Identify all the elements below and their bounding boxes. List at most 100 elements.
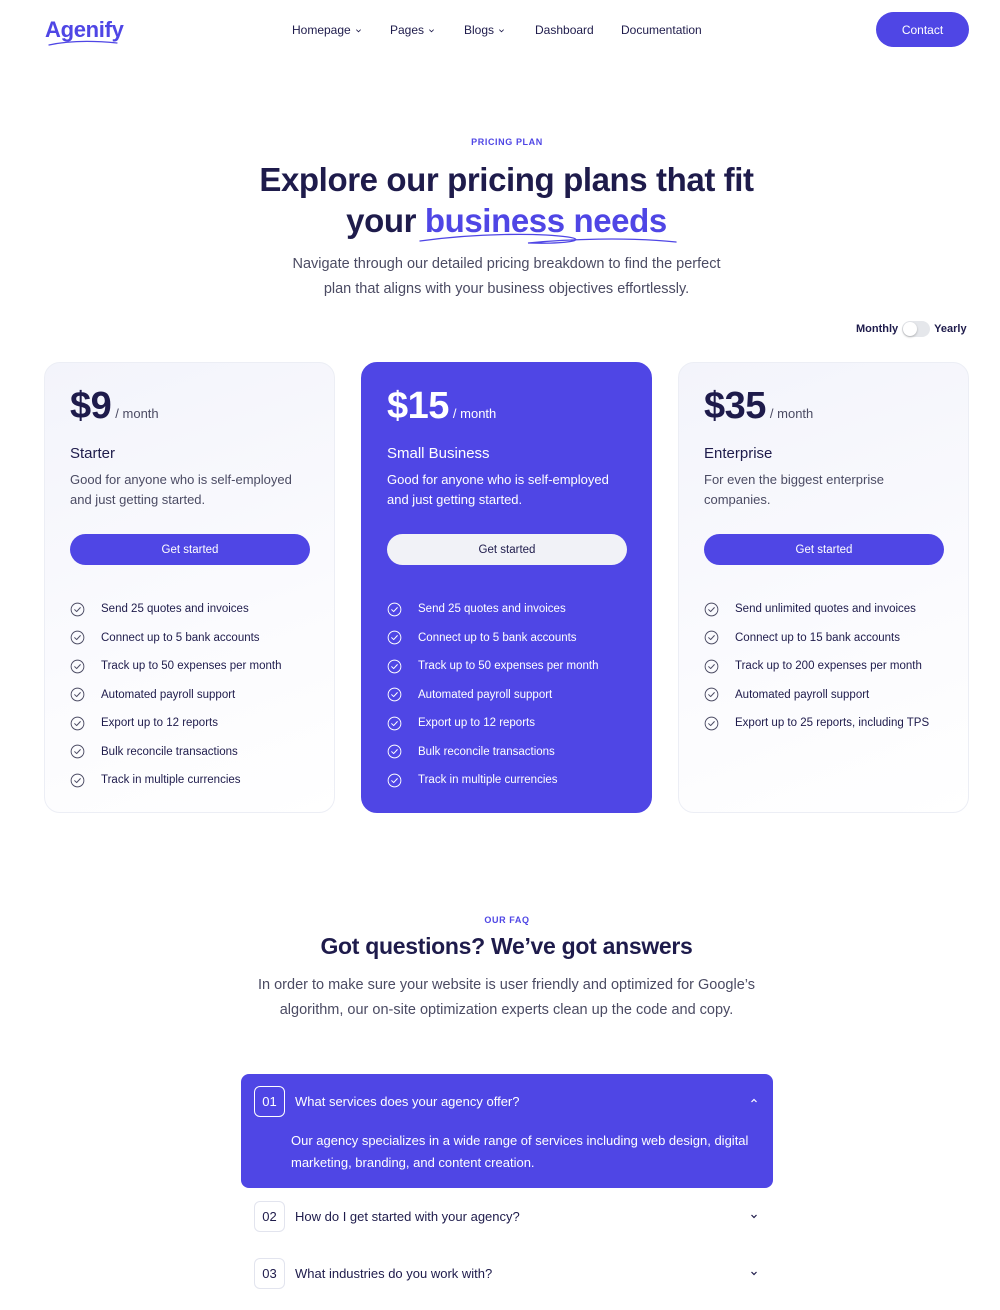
check-circle-icon: [704, 687, 719, 702]
check-circle-icon: [70, 602, 85, 617]
nav-item-homepage[interactable]: Homepage: [292, 23, 362, 37]
feature-item: Track up to 200 expenses per month: [704, 652, 929, 681]
feature-label: Export up to 12 reports: [418, 717, 535, 730]
plan-price: $9 / month: [70, 385, 159, 428]
billing-monthly-label[interactable]: Monthly: [856, 323, 898, 335]
faq-question[interactable]: What industries do you work with?: [295, 1266, 492, 1281]
check-circle-icon: [387, 716, 402, 731]
chevron-down-icon: [355, 28, 361, 32]
feature-label: Send unlimited quotes and invoices: [735, 603, 916, 616]
feature-item: Track in multiple currencies: [387, 766, 598, 795]
feature-item: Automated payroll support: [70, 681, 281, 710]
get-started-button[interactable]: Get started: [387, 534, 627, 565]
feature-item: Send 25 quotes and invoices: [387, 595, 598, 624]
feature-label: Export up to 12 reports: [101, 717, 218, 730]
feature-item: Send unlimited quotes and invoices: [704, 595, 929, 624]
faq-number: 01: [254, 1086, 285, 1117]
check-circle-icon: [704, 630, 719, 645]
check-circle-icon: [70, 773, 85, 788]
feature-item: Track up to 50 expenses per month: [387, 652, 598, 681]
get-started-button[interactable]: Get started: [704, 534, 944, 565]
nav-item-dashboard[interactable]: Dashboard: [535, 23, 594, 37]
check-circle-icon: [704, 716, 719, 731]
feature-label: Automated payroll support: [101, 688, 236, 701]
contact-button[interactable]: Contact: [876, 12, 969, 47]
check-circle-icon: [387, 602, 402, 617]
site-header: Agenify Homepage Pages Blogs Dashboard D…: [0, 0, 1000, 60]
check-circle-icon: [387, 773, 402, 788]
nav-item-pages[interactable]: Pages: [390, 23, 435, 37]
feature-label: Connect up to 15 bank accounts: [735, 631, 900, 644]
check-circle-icon: [387, 744, 402, 759]
plan-price-value: $15: [387, 385, 449, 427]
plan-price-period: / month: [769, 406, 814, 421]
feature-list: Send unlimited quotes and invoices Connec…: [704, 595, 929, 738]
get-started-button[interactable]: Get started: [70, 534, 310, 565]
check-circle-icon: [70, 630, 85, 645]
pricing-subtitle-line1: Navigate through our detailed pricing br…: [292, 256, 721, 272]
feature-label: Export up to 25 reports, including TPS: [735, 717, 930, 730]
feature-item: Export up to 25 reports, including TPS: [704, 709, 929, 738]
plan-price-period: / month: [452, 406, 497, 421]
pricing-title-prefix: your: [346, 202, 417, 239]
check-circle-icon: [70, 687, 85, 702]
feature-list: Send 25 quotes and invoices Connect up to…: [70, 595, 281, 795]
plan-description: For even the biggest enterprise companie…: [704, 472, 884, 507]
check-circle-icon: [70, 659, 85, 674]
chevron-up-icon[interactable]: [749, 1096, 759, 1106]
nav-item-label: Documentation: [621, 23, 702, 37]
feature-label: Track up to 200 expenses per month: [735, 660, 922, 673]
feature-item: Connect up to 5 bank accounts: [387, 624, 598, 653]
faq-item[interactable]: 03 What industries do you work with?: [241, 1258, 773, 1310]
check-circle-icon: [70, 744, 85, 759]
feature-label: Bulk reconcile transactions: [418, 745, 555, 758]
check-circle-icon: [387, 659, 402, 674]
plan-name: Starter: [70, 445, 116, 462]
feature-item: Automated payroll support: [387, 681, 598, 710]
nav-item-label: Homepage: [292, 23, 351, 37]
logo-swoosh-icon: [48, 40, 118, 46]
pricing-card-enterprise: $35 / month Enterprise For even the bigg…: [678, 362, 969, 813]
pricing-card-small-business: $15 / month Small Business Good for anyo…: [361, 362, 652, 813]
nav-item-label: Dashboard: [535, 23, 594, 37]
faq-item[interactable]: 01 What services does your agency offer?…: [241, 1074, 773, 1188]
feature-label: Automated payroll support: [735, 688, 870, 701]
pricing-title-line1: Explore our pricing plans that fit: [259, 161, 754, 198]
feature-item: Track up to 50 expenses per month: [70, 652, 281, 681]
nav-item-documentation[interactable]: Documentation: [621, 23, 702, 37]
plan-description: Good for anyone who is self-employed and…: [387, 472, 609, 507]
feature-item: Automated payroll support: [704, 681, 929, 710]
plan-price-value: $9: [70, 385, 112, 427]
billing-toggle-group: Monthly Yearly: [856, 321, 967, 337]
chevron-down-icon[interactable]: [749, 1268, 759, 1278]
pricing-subtitle: Navigate through our detailed pricing br…: [0, 252, 1000, 302]
chevron-down-icon: [429, 28, 435, 32]
feature-item: Export up to 12 reports: [70, 709, 281, 738]
check-circle-icon: [387, 687, 402, 702]
nav-item-blogs[interactable]: Blogs: [464, 23, 505, 37]
feature-label: Track up to 50 expenses per month: [418, 660, 599, 673]
pricing-eyebrow: PRICING PLAN: [471, 137, 543, 147]
faq-item[interactable]: 02 How do I get started with your agency…: [241, 1201, 773, 1258]
feature-label: Automated payroll support: [418, 688, 553, 701]
faq-subtitle: In order to make sure your website is us…: [0, 973, 1000, 1023]
feature-label: Send 25 quotes and invoices: [418, 603, 566, 616]
toggle-knob: [903, 322, 918, 336]
billing-yearly-label[interactable]: Yearly: [934, 323, 966, 335]
faq-question[interactable]: How do I get started with your agency?: [295, 1209, 520, 1224]
faq-title: Got questions? We’ve got answers: [320, 933, 693, 959]
check-circle-icon: [704, 602, 719, 617]
faq-subtitle-line2: algorithm, our on-site optimization expe…: [279, 1002, 734, 1018]
check-circle-icon: [70, 716, 85, 731]
plan-price-value: $35: [704, 385, 766, 427]
chevron-down-icon[interactable]: [749, 1211, 759, 1221]
plan-price: $15 / month: [387, 385, 496, 428]
check-circle-icon: [704, 659, 719, 674]
billing-toggle-switch[interactable]: [902, 321, 931, 337]
faq-question[interactable]: What services does your agency offer?: [295, 1094, 520, 1109]
pricing-card-starter: $9 / month Starter Good for anyone who i…: [44, 362, 335, 813]
nav-item-label: Pages: [390, 23, 425, 37]
feature-item: Send 25 quotes and invoices: [70, 595, 281, 624]
feature-label: Track up to 50 expenses per month: [101, 660, 282, 673]
scribble-underline-icon: [419, 233, 677, 244]
